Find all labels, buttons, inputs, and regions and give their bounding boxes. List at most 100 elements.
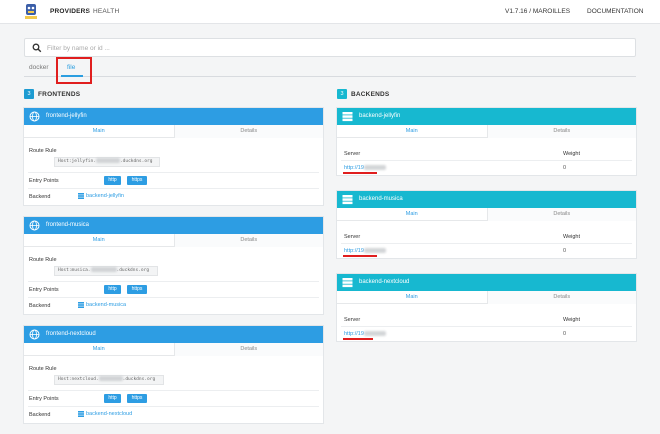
entrypoint-http-badge[interactable]: http xyxy=(104,285,121,294)
backend-card-header: backend-nextcloud xyxy=(337,274,636,291)
route-rule-suffix: .duckdns.org xyxy=(116,268,150,273)
frontend-card: frontend-musica Main Details Route Rule … xyxy=(24,217,323,314)
globe-icon xyxy=(29,220,40,231)
frontend-card-tabs: Main Details xyxy=(24,125,323,138)
route-rule-value: Host:nextcloud. .duckdns.org xyxy=(54,375,164,385)
tab-details[interactable]: Details xyxy=(486,208,636,221)
server-column-header: Server xyxy=(344,234,361,240)
tab-details[interactable]: Details xyxy=(173,234,323,247)
divider xyxy=(341,326,632,327)
redacted-text xyxy=(90,267,117,272)
route-rule-label: Route Rule xyxy=(29,257,57,263)
traefik-logo-icon[interactable] xyxy=(25,3,37,20)
frontend-name: frontend-musica xyxy=(46,222,90,228)
backend-link[interactable]: backend-nextcloud xyxy=(86,411,132,417)
server-icon xyxy=(342,112,353,122)
server-url: http://19 xyxy=(344,248,364,254)
backend-name: backend-nextcloud xyxy=(359,279,410,285)
tab-main[interactable]: Main xyxy=(337,291,487,304)
entrypoint-https-badge[interactable]: https xyxy=(127,394,147,403)
frontend-card-header: frontend-jellyfin xyxy=(24,108,323,125)
server-url-link[interactable]: http://19 xyxy=(344,165,386,171)
tab-main[interactable]: Main xyxy=(337,125,487,138)
nav-providers-link[interactable]: PROVIDERS xyxy=(50,8,90,15)
provider-tabs: docker file xyxy=(24,59,636,77)
annotation-underline xyxy=(343,338,373,340)
weight-column-header: Weight xyxy=(563,151,581,157)
frontend-card-tabs: Main Details xyxy=(24,234,323,247)
frontends-title: FRONTENDS xyxy=(38,90,81,98)
entry-points-label: Entry Points xyxy=(29,396,59,402)
backend-link[interactable]: backend-jellyfin xyxy=(86,193,124,199)
backend-card-header: backend-musica xyxy=(337,191,636,208)
server-column-header: Server xyxy=(344,317,361,323)
redacted-text xyxy=(363,331,386,337)
route-rule-label: Route Rule xyxy=(29,366,57,372)
server-url: http://19 xyxy=(344,165,364,171)
search-icon xyxy=(32,43,42,53)
entrypoint-https-badge[interactable]: https xyxy=(127,176,147,185)
frontend-card-header: frontend-nextcloud xyxy=(24,326,323,343)
entry-points-label: Entry Points xyxy=(29,287,59,293)
divider xyxy=(28,188,319,189)
version-link[interactable]: V1.7.16 / MAROILLES xyxy=(505,8,570,15)
backend-label: Backend xyxy=(29,194,51,200)
annotation-underline xyxy=(343,255,377,257)
annotation-underline xyxy=(343,172,377,174)
tab-main[interactable]: Main xyxy=(24,234,174,247)
backend-card-tabs: Main Details xyxy=(337,291,636,304)
entry-points-label: Entry Points xyxy=(29,178,59,184)
redacted-text xyxy=(363,248,386,254)
tab-docker[interactable]: docker xyxy=(29,64,49,71)
tab-details[interactable]: Details xyxy=(173,343,323,356)
tab-main[interactable]: Main xyxy=(24,125,174,138)
tab-details[interactable]: Details xyxy=(486,125,636,138)
server-icon xyxy=(342,195,353,205)
server-url-link[interactable]: http://19 xyxy=(344,331,386,337)
frontend-card: frontend-jellyfin Main Details Route Rul… xyxy=(24,108,323,205)
nav-health-link[interactable]: HEALTH xyxy=(93,8,119,15)
route-rule-prefix: Host:musica. xyxy=(58,268,91,273)
backend-label: Backend xyxy=(29,412,51,418)
tab-details[interactable]: Details xyxy=(173,125,323,138)
backend-label: Backend xyxy=(29,303,51,309)
globe-icon xyxy=(29,329,40,340)
search-bar xyxy=(24,38,636,57)
frontends-count-badge: 3 xyxy=(24,89,34,99)
frontend-name: frontend-nextcloud xyxy=(46,331,96,337)
divider xyxy=(28,406,319,407)
frontend-card: frontend-nextcloud Main Details Route Ru… xyxy=(24,326,323,423)
backend-link[interactable]: backend-musica xyxy=(86,302,126,308)
divider xyxy=(28,172,319,173)
entrypoint-http-badge[interactable]: http xyxy=(104,176,121,185)
route-rule-suffix: .duckdns.org xyxy=(119,159,153,164)
database-icon xyxy=(78,411,84,417)
backend-name: backend-musica xyxy=(359,196,403,202)
divider xyxy=(28,390,319,391)
divider xyxy=(28,281,319,282)
database-icon xyxy=(78,193,84,199)
redacted-text xyxy=(363,165,386,171)
entrypoint-https-badge[interactable]: https xyxy=(127,285,147,294)
weight-column-header: Weight xyxy=(563,234,581,240)
search-input[interactable] xyxy=(47,42,607,54)
backend-card: backend-jellyfin Main Details Server Wei… xyxy=(337,108,636,175)
top-navbar: PROVIDERS / HEALTH V1.7.16 / MAROILLES D… xyxy=(0,0,660,24)
redacted-text xyxy=(95,158,120,163)
tab-main[interactable]: Main xyxy=(337,208,487,221)
server-icon xyxy=(342,278,353,288)
divider xyxy=(341,243,632,244)
tab-main[interactable]: Main xyxy=(24,343,174,356)
backend-card-header: backend-jellyfin xyxy=(337,108,636,125)
server-weight: 0 xyxy=(563,165,567,171)
frontend-card-header: frontend-musica xyxy=(24,217,323,234)
redacted-text xyxy=(98,376,123,381)
server-url-link[interactable]: http://19 xyxy=(344,248,386,254)
divider xyxy=(341,160,632,161)
tab-details[interactable]: Details xyxy=(486,291,636,304)
documentation-link[interactable]: DOCUMENTATION xyxy=(587,8,643,15)
entrypoint-http-badge[interactable]: http xyxy=(104,394,121,403)
route-rule-value: Host:jellyfin. .duckdns.org xyxy=(54,157,160,167)
backend-card-tabs: Main Details xyxy=(337,125,636,138)
backend-card: backend-musica Main Details Server Weigh… xyxy=(337,191,636,258)
